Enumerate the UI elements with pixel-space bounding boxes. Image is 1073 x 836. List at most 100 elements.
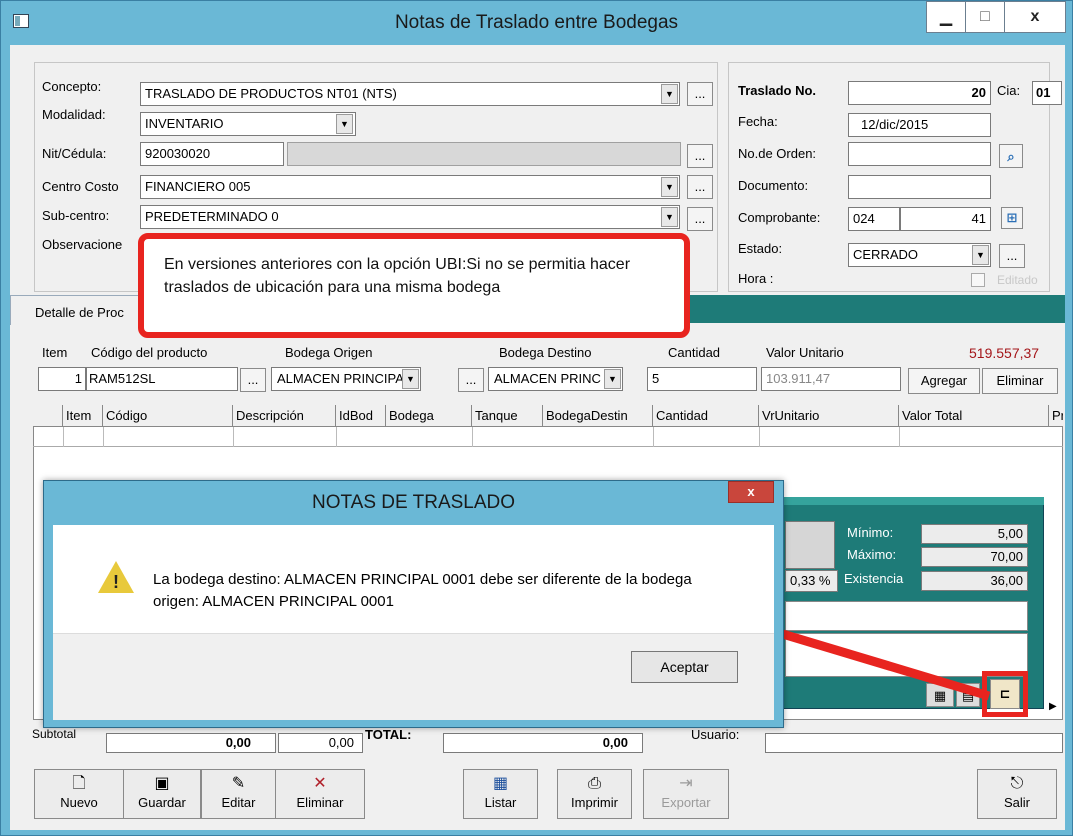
total-field: 0,00 [443,733,643,753]
concepto-label: Concepto: [42,79,102,94]
centro-costo-lookup-button[interactable]: ... [687,175,713,199]
grid-col-tanque[interactable]: Tanque [472,405,543,427]
centro-costo-label: Centro Costo [42,179,119,194]
concepto-lookup-button[interactable]: ... [687,82,713,106]
zoom-icon[interactable]: ⊞ [1001,207,1023,229]
listar-button[interactable]: ▦ Listar [463,769,538,819]
grid-col-pr[interactable]: Pr [1049,405,1063,427]
documento-field[interactable] [848,175,991,199]
search-icon[interactable]: ⌕ [999,144,1023,168]
salir-button[interactable]: ⎋ Salir [977,769,1057,819]
chevron-down-icon[interactable]: ▼ [661,207,678,227]
estado-lookup-button[interactable]: ... [999,244,1025,268]
dialog-title: NOTAS DE TRASLADO [311,492,516,513]
exportar-label: Exportar [661,795,711,810]
exportar-button[interactable]: ⇥ Exportar [643,769,729,819]
concepto-select[interactable]: TRASLADO DE PRODUCTOS NT01 (NTS) [140,82,680,106]
comprobante-label: Comprobante: [738,210,821,225]
title-bar[interactable]: Notas de Traslado entre Bodegas ▁ □ x [1,1,1072,45]
comprobante-number-field[interactable]: 41 [900,207,991,231]
cia-label: Cia: [997,83,1021,98]
scroll-right-icon[interactable]: ▶ [1049,701,1061,717]
bodega-destino-select[interactable]: ALMACEN PRINC [488,367,623,391]
agregar-button[interactable]: Agregar [908,368,980,394]
grid-col-vrunitario[interactable]: VrUnitario [759,405,899,427]
chevron-down-icon[interactable]: ▼ [336,114,353,134]
exit-door-icon: ⎋ [1010,775,1024,792]
grid-col-idbod[interactable]: IdBod [336,405,386,427]
bodega-origen-label: Bodega Origen [285,345,373,360]
calendar-list-icon: ▦ [492,775,509,792]
cantidad-label: Cantidad [668,345,721,360]
percent-field: 0,33 % [785,570,838,592]
eliminar-button[interactable]: ✕ Eliminar [275,769,365,819]
eliminar-detail-button[interactable]: Eliminar [982,368,1058,394]
tab-detalle[interactable]: Detalle de Proc [10,295,147,325]
nit-input[interactable]: 920030020 [140,142,284,166]
codigo-field[interactable]: RAM512SL [86,367,238,391]
grid-col-cantidad[interactable]: Cantidad [653,405,759,427]
grid-col-bodega[interactable]: Bodega [386,405,472,427]
aceptar-button[interactable]: Aceptar [631,651,738,683]
bodega-destino-label: Bodega Destino [499,345,592,360]
chevron-down-icon[interactable]: ▼ [402,369,419,389]
maximize-button[interactable]: □ [965,1,1005,33]
item-label: Item [42,345,68,360]
grid-col-bodegadestino[interactable]: BodegaDestin [543,405,653,427]
comprobante-code-field[interactable]: 024 [848,207,900,231]
close-button[interactable]: x [1004,1,1066,33]
editar-label: Editar [221,795,256,810]
nit-label: Nit/Cédula: [42,146,107,161]
subcentro-select[interactable]: PREDETERMINADO 0 [140,205,680,229]
bodega-origen-lookup-button[interactable]: ... [458,368,484,392]
minimo-field: 5,00 [921,524,1028,544]
cia-field[interactable]: 01 [1032,81,1062,105]
modalidad-label: Modalidad: [42,107,106,122]
delete-icon: ✕ [313,775,327,792]
imprimir-label: Imprimir [571,795,618,810]
nit-lookup-button[interactable]: ... [687,144,713,168]
subtotal-field: 0,00 [106,733,276,753]
chevron-down-icon[interactable]: ▼ [972,245,989,265]
main-window: Notas de Traslado entre Bodegas ▁ □ x Co… [0,0,1073,836]
grid-empty-row[interactable] [33,427,1063,447]
orden-field[interactable] [848,142,991,166]
chevron-down-icon[interactable]: ▼ [661,177,678,197]
edit-icon: ✎ [231,775,246,792]
error-dialog: NOTAS DE TRASLADO x ! La bodega destino:… [43,480,784,728]
imprimir-button[interactable]: ⎙ Imprimir [557,769,632,819]
nuevo-button[interactable]: 🗋 Nuevo [34,769,124,819]
subcentro-lookup-button[interactable]: ... [687,207,713,231]
guardar-button[interactable]: ▣ Guardar [123,769,201,819]
tab-detalle-label: Detalle de Proc [35,305,124,320]
bodega-origen-select[interactable]: ALMACEN PRINCIPA [271,367,421,391]
codigo-lookup-button[interactable]: ... [240,368,266,392]
export-icon: ⇥ [679,775,693,792]
existencia-label: Existencia [844,571,904,586]
subtotal-label: Subtotal [32,727,77,741]
traslado-label: Traslado No. [738,83,817,98]
estado-select[interactable]: CERRADO [848,243,991,267]
grid-col-valortotal[interactable]: Valor Total [899,405,1049,427]
modalidad-select[interactable]: INVENTARIO [140,112,356,136]
dialog-body: ! La bodega destino: ALMACEN PRINCIPAL 0… [53,525,774,720]
guardar-label: Guardar [138,795,186,810]
grid-col-item[interactable]: Item [63,405,103,427]
chevron-down-icon[interactable]: ▼ [661,84,678,104]
orden-label: No.de Orden: [738,146,817,161]
cantidad-field[interactable]: 5 [647,367,757,391]
item-field[interactable]: 1 [38,367,86,391]
grid-col-descripcion[interactable]: Descripción [233,405,336,427]
dialog-close-button[interactable]: x [728,481,774,503]
editado-checkbox[interactable] [971,273,985,287]
minimize-button[interactable]: ▁ [926,1,966,33]
dialog-message: La bodega destino: ALMACEN PRINCIPAL 000… [153,571,692,610]
editar-button[interactable]: ✎ Editar [201,769,276,819]
grid-col-codigo[interactable]: Código [103,405,233,427]
fecha-field[interactable]: 12/dic/2015 [848,113,991,137]
traslado-number-field[interactable]: 20 [848,81,991,105]
centro-costo-select[interactable]: FINANCIERO 005 [140,175,680,199]
valor-unitario-field[interactable]: 103.911,47 [761,367,901,391]
save-icon: ▣ [154,775,170,792]
chevron-down-icon[interactable]: ▼ [604,369,621,389]
